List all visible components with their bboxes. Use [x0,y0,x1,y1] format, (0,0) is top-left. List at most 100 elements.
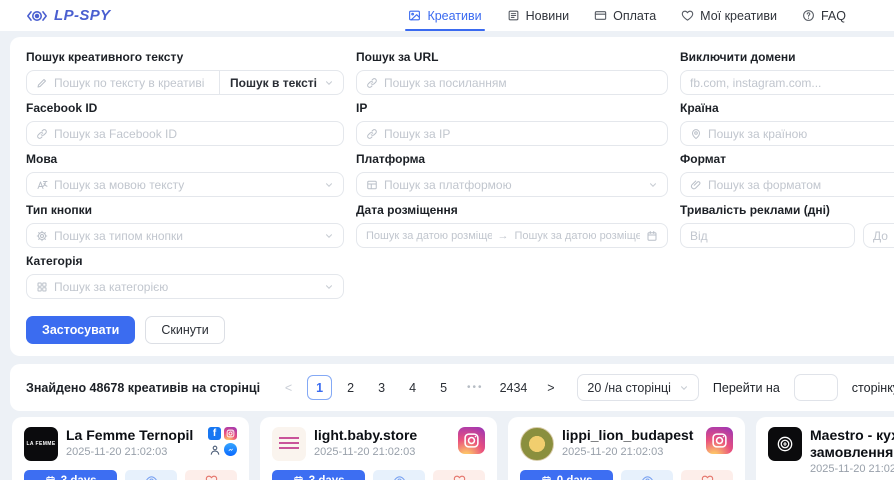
platform-select[interactable] [356,172,668,197]
field-format: Формат [680,152,894,197]
platform-input[interactable] [384,178,642,192]
pencil-icon [36,77,48,89]
apply-button[interactable]: Застосувати [26,316,135,344]
goto-page-input[interactable] [794,374,838,401]
next-page-button[interactable]: > [538,375,563,400]
country-input[interactable] [708,127,894,141]
tab-my-creatives[interactable]: Мої креативи [681,0,777,31]
days-active-button[interactable]: 0 days [520,470,613,480]
audience-network-icon [208,443,221,456]
category-select[interactable] [26,274,344,299]
creative-title: Maestro - кухні, меблі на замовлення в У… [810,427,894,461]
button-type-input[interactable] [54,229,318,243]
tab-news[interactable]: Новини [507,0,570,31]
instagram-icon [706,427,733,454]
field-label: Виключити домени [680,50,894,64]
tab-payment[interactable]: Оплата [594,0,656,31]
duration-from-input[interactable] [690,229,845,243]
days-active-button[interactable]: 3 days [24,470,117,480]
field-label: Пошук креативного тексту [26,50,344,64]
chevron-down-icon [324,231,334,241]
credit-card-icon [594,9,607,22]
creative-date: 2025-11-20 21:02:03 [562,446,693,458]
text-search-mode-select[interactable]: Пошук в тексті [219,71,334,94]
page-button-2434[interactable]: 2434 [495,375,533,400]
duration-to-input[interactable] [873,229,894,243]
category-input[interactable] [54,280,318,294]
page-button-2[interactable]: 2 [338,375,363,400]
chevron-down-icon [679,383,689,393]
exclude-domains-input[interactable] [690,76,894,90]
like-button[interactable] [185,470,237,480]
field-text-search: Пошук креативного тексту Пошук в тексті [26,50,344,95]
creative-date: 2025-11-20 21:02:03 [66,446,193,458]
page-button-3[interactable]: 3 [369,375,394,400]
views-button[interactable] [373,470,425,480]
exclude-domains-control [680,70,894,95]
like-button[interactable] [433,470,485,480]
text-search-input[interactable] [54,76,211,90]
creative-card[interactable]: light.baby.store 2025-11-20 21:02:03 3 d… [260,417,497,480]
field-label: Тип кнопки [26,203,344,217]
like-button[interactable] [681,470,733,480]
creative-card[interactable]: LA FEMME La Femme Ternopil 2025-11-20 21… [12,417,249,480]
ip-input[interactable] [384,127,658,141]
page-ellipsis[interactable]: ••• [462,375,489,400]
avatar: LA FEMME [24,427,58,461]
tab-faq[interactable]: FAQ [802,0,846,31]
date-range-picker[interactable]: → [356,223,668,248]
facebook-icon: f [208,427,221,440]
main-nav: Креативи Новини Оплата Мої креативи FAQ [408,0,846,31]
field-label: Facebook ID [26,101,344,115]
eye-logo-icon [26,5,48,27]
creative-card[interactable]: Maestro - кухні, меблі на замовлення в У… [756,417,894,480]
days-label: 0 days [557,475,593,480]
format-input[interactable] [708,178,894,192]
ip-control [356,121,668,146]
avatar [768,427,802,461]
creative-card[interactable]: lippi_lion_budapest 2025-11-20 21:02:03 … [508,417,745,480]
link-icon [366,77,378,89]
url-input[interactable] [384,76,658,90]
page-size-select[interactable]: 20 /на сторінці [577,374,699,401]
facebook-id-input[interactable] [54,127,334,141]
language-select[interactable] [26,172,344,197]
reset-button[interactable]: Скинути [145,316,224,344]
tab-creatives[interactable]: Креативи [408,0,481,31]
mode-label: Пошук в тексті [230,76,317,90]
field-label: Платформа [356,152,668,166]
gear-icon [36,230,48,242]
duration-to-control [863,223,894,248]
language-input[interactable] [54,178,318,192]
field-label: Категорія [26,254,344,268]
tab-label: Креативи [427,9,481,23]
days-active-button[interactable]: 3 days [272,470,365,480]
field-button-type: Тип кнопки [26,203,344,248]
country-control [680,121,894,146]
heart-icon [681,9,694,22]
page-button-4[interactable]: 4 [400,375,425,400]
paperclip-icon [690,179,702,191]
text-search-control: Пошук в тексті [26,70,344,95]
page-button-5[interactable]: 5 [431,375,456,400]
filter-panel: Пошук креативного тексту Пошук в тексті … [10,37,894,356]
prev-page-button[interactable]: < [276,375,301,400]
date-from-input[interactable] [366,230,492,242]
views-button[interactable] [621,470,673,480]
browser-icon [366,179,378,191]
views-button[interactable] [125,470,177,480]
chevron-down-icon [648,180,658,190]
date-to-input[interactable] [515,230,641,242]
field-language: Мова [26,152,344,197]
goto-page-label: Перейти на [713,381,780,395]
logo[interactable]: LP-SPY [26,5,111,27]
page-button-1[interactable]: 1 [307,375,332,400]
field-date-range: Дата розміщення → [356,203,668,248]
avatar [272,427,306,461]
button-type-select[interactable] [26,223,344,248]
creative-title: lippi_lion_budapest [562,427,693,444]
tab-label: FAQ [821,9,846,23]
instagram-icon [458,427,485,454]
creative-title: light.baby.store [314,427,417,444]
logo-text: LP-SPY [54,7,111,24]
